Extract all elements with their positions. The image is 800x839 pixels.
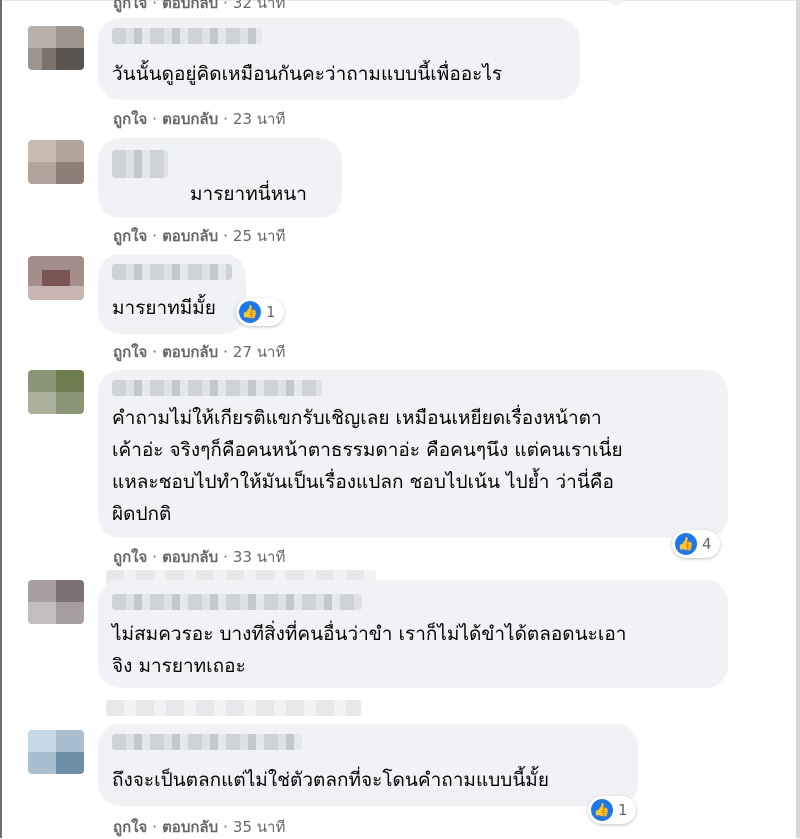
author-name-blurred[interactable] (112, 594, 362, 610)
avatar[interactable] (28, 370, 84, 414)
reply-link[interactable]: ตอบกลับ (162, 227, 218, 245)
comment-bubble: ไม่สมควรอะ บางทีสิ่งที่คนอื่นว่าขำ เราก็… (98, 580, 728, 688)
comment-time: 25 นาที (232, 227, 286, 245)
blurred-overlay (106, 700, 361, 716)
comment-text: ถึงจะเป็นตลกแต่ไม่ใช่ตัวตลกที่จะโดนคำถาม… (112, 769, 549, 791)
like-link[interactable]: ถูกใจ (113, 343, 147, 361)
comment-bubble: มารยาทมีมั้ย (98, 254, 246, 334)
comment-text: วันนั้นดูอยู่คิดเหมือนกันคะว่าถามแบบนี้เ… (112, 63, 503, 85)
reaction-count[interactable]: 👍 1 (236, 298, 284, 326)
avatar[interactable] (28, 730, 84, 774)
like-link[interactable]: ถูกใจ (113, 818, 147, 836)
reaction-count[interactable]: 👍 1 (588, 796, 636, 824)
reaction-count[interactable]: 👍 4 (672, 530, 720, 558)
comment-text: มารยาทนี่หนา (190, 183, 307, 205)
author-name-blurred[interactable] (112, 380, 322, 396)
avatar[interactable] (28, 580, 84, 624)
comment-bubble (606, 0, 626, 5)
comment-meta: ถูกใจ · ตอบกลับ · 23 นาที (113, 110, 286, 128)
reply-link[interactable]: ตอบกลับ (162, 548, 218, 566)
comment-meta: ถูกใจ · ตอบกลับ · 35 นาที (113, 818, 286, 836)
comment-time: 35 นาที (232, 818, 286, 836)
comment-meta: ถูกใจ · ตอบกลับ · 27 นาที (113, 343, 286, 361)
comment-text: ไม่สมควรอะ บางทีสิ่งที่คนอื่นว่าขำ เราก็… (112, 623, 627, 677)
reply-link[interactable]: ตอบกลับ (162, 110, 218, 128)
author-name-blurred[interactable] (112, 150, 168, 178)
comment-text: คำถามไม่ให้เกียรติแขกรับเชิญเลย เหมือนเห… (112, 407, 623, 525)
comment-time: 23 นาที (232, 110, 286, 128)
comment-meta: ถูกใจ · ตอบกลับ · 32 นาที (113, 0, 285, 15)
comment-time: 32 นาที (232, 0, 286, 12)
avatar[interactable] (28, 26, 84, 70)
comment-bubble: มารยาทนี่หนา (98, 138, 342, 218)
reply-link[interactable]: ตอบกลับ (162, 0, 218, 12)
comment-bubble: คำถามไม่ให้เกียรติแขกรับเชิญเลย เหมือนเห… (98, 370, 728, 538)
like-link[interactable]: ถูกใจ (113, 548, 147, 566)
thumbs-up-icon: 👍 (675, 533, 697, 555)
comment-bubble: วันนั้นดูอยู่คิดเหมือนกันคะว่าถามแบบนี้เ… (98, 18, 580, 100)
reply-link[interactable]: ตอบกลับ (162, 343, 218, 361)
comment-meta: ถูกใจ · ตอบกลับ · 33 นาที (113, 548, 286, 566)
comment-text: มารยาทมีมั้ย (112, 297, 216, 319)
scrollbar-track[interactable] (796, 0, 800, 838)
thumbs-up-icon: 👍 (239, 301, 261, 323)
comment-time: 27 นาที (232, 343, 286, 361)
left-border (0, 0, 2, 838)
thumbs-up-icon: 👍 (591, 799, 613, 821)
author-name-blurred[interactable] (112, 264, 232, 280)
comment-bubble: ถึงจะเป็นตลกแต่ไม่ใช่ตัวตลกที่จะโดนคำถาม… (98, 724, 638, 806)
reply-link[interactable]: ตอบกลับ (162, 818, 218, 836)
author-name-blurred[interactable] (112, 734, 302, 750)
avatar[interactable] (28, 140, 84, 184)
like-link[interactable]: ถูกใจ (113, 227, 147, 245)
author-name-blurred[interactable] (112, 28, 262, 44)
avatar[interactable] (28, 256, 84, 300)
like-link[interactable]: ถูกใจ (113, 0, 147, 12)
comment-meta: ถูกใจ · ตอบกลับ · 25 นาที (113, 227, 286, 245)
comment-time: 33 นาที (232, 548, 286, 566)
like-link[interactable]: ถูกใจ (113, 110, 147, 128)
